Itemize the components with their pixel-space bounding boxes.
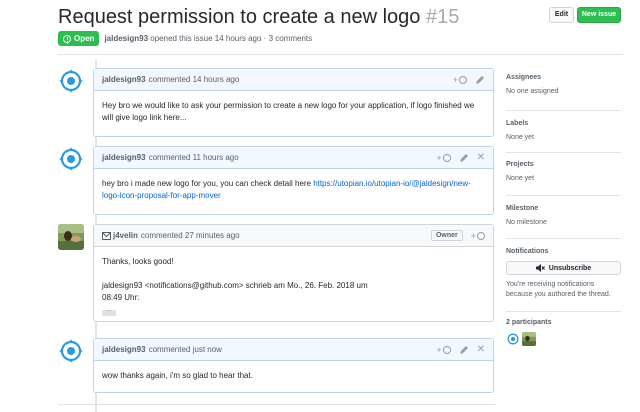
comment-author[interactable]: j4velin (113, 231, 138, 240)
comment-body: Hey bro we would like to ask your permis… (102, 101, 475, 122)
status-badge-label: Open (74, 34, 95, 43)
issue-opened-text: opened this issue 14 hours ago · 3 comme… (150, 34, 313, 43)
close-icon[interactable]: ✕ (477, 152, 485, 163)
header-divider (58, 54, 623, 55)
sidebar-value: No milestone (506, 219, 547, 226)
comment-author[interactable]: jaldesign93 (102, 345, 146, 354)
issue-author-link[interactable]: jaldesign93 (104, 34, 148, 43)
mute-icon (535, 264, 545, 272)
comment-header: j4velin commented 27 minutes ago Owner + (94, 225, 493, 247)
issue-title: Request permission to create a new logo … (58, 6, 459, 29)
avatar[interactable] (58, 146, 84, 172)
sidebar-divider (506, 110, 621, 111)
comment: jaldesign93 commented just now + ✕ wow t… (93, 338, 494, 393)
sidebar-heading: Projects (506, 161, 534, 168)
sidebar-notifications: Notifications Unsubscribe You're receivi… (506, 248, 621, 300)
avatar[interactable] (58, 338, 84, 364)
issue-title-text: Request permission to create a new logo (58, 6, 421, 28)
comment-header: jaldesign93 commented just now + ✕ (94, 339, 493, 361)
issue-opened-icon (63, 34, 71, 43)
quoted-header: jaldesign93 <notifications@github.com> s… (102, 281, 368, 290)
comment-timestamp[interactable]: commented 27 minutes ago (141, 231, 240, 240)
sidebar-assignees[interactable]: Assignees No one assigned (506, 74, 621, 95)
comment-body: Thanks, looks good! jaldesign93 <notific… (94, 247, 493, 325)
new-issue-button[interactable]: New issue (577, 7, 621, 23)
comment-body-line: Thanks, looks good! (102, 257, 174, 266)
timeline-bottom-divider (58, 404, 495, 405)
comment-timestamp[interactable]: commented 14 hours ago (149, 75, 240, 84)
reaction-plus: + (452, 74, 458, 85)
status-badge: Open (58, 31, 100, 46)
comment-author[interactable]: jaldesign93 (102, 75, 146, 84)
jaldesign-logo-icon (58, 146, 84, 172)
pencil-icon[interactable] (459, 153, 469, 163)
add-reaction-button[interactable]: + (453, 75, 467, 85)
edit-button[interactable]: Edit (549, 7, 574, 23)
j4velin-photo-avatar (58, 224, 84, 250)
reaction-plus: + (436, 344, 442, 355)
jaldesign-logo-icon (58, 338, 84, 364)
unsubscribe-label: Unsubscribe (548, 264, 592, 272)
jaldesign-logo-icon (58, 68, 84, 94)
comment-body-text: hey bro i made new logo for you, you can… (102, 179, 314, 188)
email-icon (102, 231, 111, 240)
avatar[interactable] (58, 68, 84, 94)
comment-author[interactable]: jaldesign93 (102, 153, 146, 162)
issue-meta-text: jaldesign93 opened this issue 14 hours a… (104, 34, 312, 43)
sidebar-value: None yet (506, 134, 535, 141)
owner-badge: Owner (430, 230, 463, 241)
add-reaction-button[interactable]: + (436, 152, 451, 163)
sidebar-projects[interactable]: Projects None yet (506, 161, 621, 182)
unsubscribe-button[interactable]: Unsubscribe (506, 261, 621, 275)
add-reaction-button[interactable]: + (436, 344, 451, 355)
comment-header: jaldesign93 commented 14 hours ago + (94, 69, 493, 91)
smiley-icon (459, 75, 467, 84)
sidebar-divider (506, 311, 621, 312)
issue-number: #15 (425, 6, 460, 28)
smiley-icon (477, 231, 485, 240)
sidebar-heading: Milestone (506, 205, 539, 212)
avatar[interactable] (58, 224, 84, 250)
participant-avatar[interactable] (522, 332, 536, 346)
expand-quote-button[interactable]: ··· (102, 308, 116, 316)
pencil-icon[interactable] (475, 75, 485, 85)
j4velin-photo-avatar (522, 332, 536, 346)
sidebar-labels[interactable]: Labels None yet (506, 120, 621, 141)
sidebar-heading: Labels (506, 120, 529, 127)
comment: j4velin commented 27 minutes ago Owner +… (93, 224, 494, 322)
notification-reason: You're receiving notifications because y… (506, 281, 611, 298)
sidebar-value: No one assigned (506, 88, 559, 95)
pencil-icon[interactable] (459, 345, 469, 355)
comment-timestamp[interactable]: commented 11 hours ago (149, 153, 239, 162)
sidebar-heading: Assignees (506, 74, 542, 81)
sidebar-divider (506, 238, 621, 239)
sidebar-participants: 2 participants (506, 319, 621, 346)
reaction-plus: + (470, 230, 476, 241)
add-reaction-button[interactable]: + (471, 231, 485, 241)
sidebar-value: None yet (506, 175, 535, 182)
sidebar-milestone[interactable]: Milestone No milestone (506, 205, 621, 226)
sidebar-divider (506, 195, 621, 196)
sidebar-heading: 2 participants (506, 319, 552, 326)
comment: jaldesign93 commented 11 hours ago + ✕ h… (93, 146, 494, 215)
jaldesign-logo-icon (506, 332, 520, 346)
smiley-icon (442, 345, 451, 354)
comment-header: jaldesign93 commented 11 hours ago + ✕ (94, 147, 493, 169)
comment-timestamp[interactable]: commented just now (149, 345, 222, 354)
issue-meta: Open jaldesign93 opened this issue 14 ho… (58, 31, 312, 46)
comment-body: hey bro i made new logo for you, you can… (94, 169, 493, 211)
close-icon[interactable]: ✕ (477, 344, 485, 355)
sidebar-divider (506, 152, 621, 153)
comment: jaldesign93 commented 14 hours ago + Hey… (93, 68, 494, 137)
participant-avatar[interactable] (506, 332, 520, 346)
participant-avatars (506, 332, 621, 346)
comment-body: wow thanks again, i'm so glad to hear th… (102, 371, 253, 380)
smiley-icon (442, 153, 451, 162)
reaction-plus: + (436, 152, 442, 163)
sidebar-heading: Notifications (506, 248, 549, 255)
quoted-time: 08:49 Uhr: (102, 293, 140, 302)
